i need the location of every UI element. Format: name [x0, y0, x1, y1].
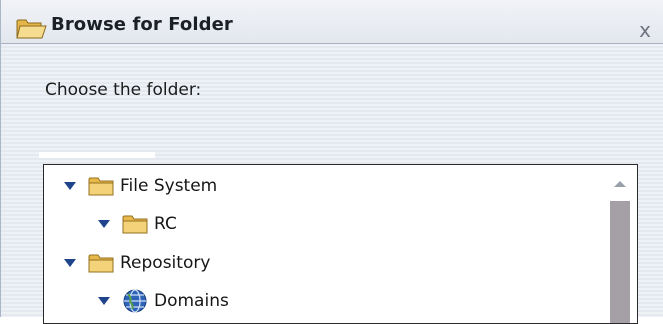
title-bar: Browse for Folder x [1, 0, 663, 44]
folder-open-icon [16, 19, 47, 39]
scroll-thumb[interactable] [610, 201, 630, 323]
expanded-arrow-icon[interactable] [98, 220, 110, 228]
scroll-up-arrow-icon[interactable] [614, 181, 626, 187]
prompt-label: Choose the folder: [45, 80, 202, 100]
browse-folder-dialog: Browse for Folder x Choose the folder: F… [0, 0, 663, 324]
tree-item-rc[interactable]: RC [98, 209, 177, 239]
expanded-arrow-icon[interactable] [64, 182, 76, 190]
dialog-title: Browse for Folder [51, 14, 233, 35]
close-button[interactable]: x [633, 20, 657, 44]
expanded-arrow-icon[interactable] [64, 259, 76, 267]
folder-tree[interactable]: File System RC Repository Domains [43, 164, 638, 324]
tab-strip [39, 152, 155, 158]
folder-icon [88, 177, 114, 196]
folder-icon [88, 254, 114, 273]
folder-icon [122, 215, 148, 234]
tree-item-domains[interactable]: Domains [98, 286, 229, 316]
tree-item-file-system[interactable]: File System [64, 171, 217, 201]
tree-item-repository[interactable]: Repository [64, 248, 210, 278]
tree-item-label: File System [120, 176, 218, 196]
tree-item-label: RC [154, 214, 177, 234]
tree-item-label: Repository [120, 253, 211, 273]
globe-icon [123, 289, 147, 313]
vertical-scrollbar[interactable] [603, 165, 637, 323]
tree-item-label: Domains [154, 291, 229, 311]
expanded-arrow-icon[interactable] [98, 297, 110, 305]
